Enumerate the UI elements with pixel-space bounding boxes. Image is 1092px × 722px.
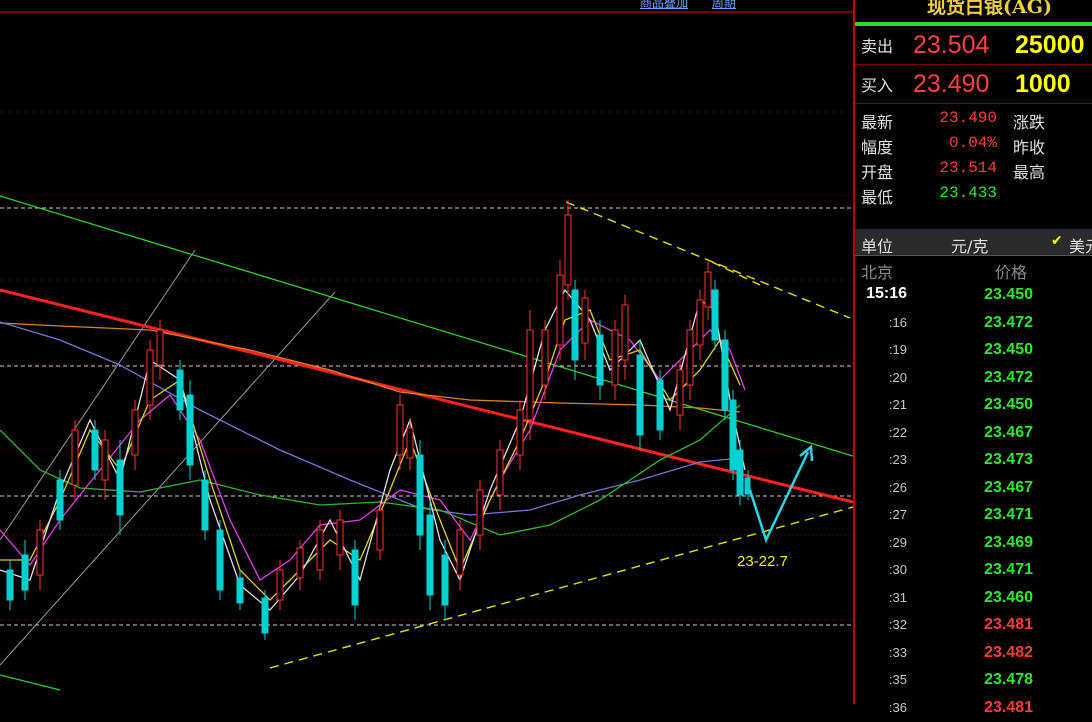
- tick-price: 23.478: [963, 671, 1033, 689]
- tick-price: 23.467: [963, 479, 1033, 497]
- stat-label: 最新: [861, 109, 893, 133]
- tick-price: 23.450: [963, 396, 1033, 414]
- ticks-price-header: 价格: [995, 259, 1027, 283]
- stat-label: 幅度: [861, 134, 893, 158]
- tick-row: :32 23.481: [855, 612, 1092, 640]
- tick-time: :31: [861, 590, 907, 605]
- tick-time: :19: [861, 342, 907, 357]
- tick-price: 23.472: [963, 314, 1033, 332]
- tick-time: :20: [861, 370, 907, 385]
- tick-price: 23.481: [963, 616, 1033, 634]
- tick-row: :27 23.471: [855, 502, 1092, 530]
- tick-time: :26: [861, 480, 907, 495]
- stat-row: 开盘 23.514 最高: [855, 156, 1092, 181]
- tick-time: :27: [861, 507, 907, 522]
- tick-price: 23.481: [963, 699, 1033, 717]
- instrument-title: 现货白银(AG): [855, 0, 1092, 26]
- ticks-list[interactable]: 15:1623.450:1623.472:1923.450:2023.472:2…: [855, 282, 1092, 722]
- tick-row: :19 23.450: [855, 337, 1092, 365]
- tick-price: 23.472: [963, 369, 1033, 387]
- ticks-header: 北京 价格: [855, 256, 1092, 282]
- stat-label-2: 昨收: [1013, 134, 1045, 158]
- buy-price: 23.490: [913, 70, 989, 99]
- overlay-link[interactable]: 商品叠加: [640, 0, 688, 10]
- tick-time: :29: [861, 535, 907, 550]
- stat-value: 23.490: [915, 109, 997, 127]
- buy-row[interactable]: 买入 23.490 1000: [855, 65, 1092, 104]
- tick-price: 23.467: [963, 424, 1033, 442]
- stat-row: 最新 23.490 涨跌: [855, 106, 1092, 131]
- tick-row: :33 23.482: [855, 640, 1092, 668]
- tick-time: :33: [861, 645, 907, 660]
- tick-price: 23.471: [963, 506, 1033, 524]
- tick-time: :23: [861, 452, 907, 467]
- stat-row: 最低 23.433: [855, 181, 1092, 206]
- tick-row: :23 23.473: [855, 447, 1092, 475]
- chart-toolbar[interactable]: 商品叠加 周期: [640, 0, 756, 11]
- usd-option[interactable]: 美元: [1069, 233, 1092, 257]
- stat-label-2: 涨跌: [1013, 109, 1045, 133]
- unit-row[interactable]: 单位 元/克 ✔ 美元: [855, 230, 1092, 256]
- ticks-location: 北京: [861, 259, 893, 283]
- tick-price: 23.450: [963, 286, 1033, 304]
- sell-label: 卖出: [861, 33, 893, 57]
- instrument-name: 现货白银(AG): [927, 0, 1052, 19]
- unit-label: 单位: [861, 233, 893, 257]
- tick-time: :30: [861, 562, 907, 577]
- candlestick-chart[interactable]: 23-22.7: [0, 0, 853, 704]
- tick-row: :29 23.469: [855, 530, 1092, 558]
- stat-label: 最低: [861, 184, 893, 208]
- period-link[interactable]: 周期: [712, 0, 736, 10]
- tick-time: :21: [861, 397, 907, 412]
- tick-price: 23.450: [963, 341, 1033, 359]
- tick-row: :21 23.450: [855, 392, 1092, 420]
- forecast-annotation: 23-22.7: [737, 553, 788, 570]
- tick-price: 23.473: [963, 451, 1033, 469]
- tick-row: :20 23.472: [855, 365, 1092, 393]
- stat-value: 23.433: [915, 184, 997, 202]
- tick-row: :26 23.467: [855, 475, 1092, 503]
- quote-panel: 现货白银(AG) 卖出 23.504 25000 买入 23.490 1000 …: [853, 0, 1092, 704]
- buy-volume: 1000: [1015, 70, 1071, 99]
- tick-price: 23.460: [963, 589, 1033, 607]
- check-icon[interactable]: ✔: [1051, 233, 1063, 249]
- tick-time: 15:16: [861, 285, 907, 303]
- sell-row[interactable]: 卖出 23.504 25000: [855, 26, 1092, 65]
- sell-price: 23.504: [913, 31, 989, 60]
- tick-time: :16: [861, 315, 907, 330]
- stat-label-2: 最高: [1013, 159, 1045, 183]
- tick-row: :30 23.471: [855, 557, 1092, 585]
- stat-row: 幅度 0.04% 昨收: [855, 131, 1092, 156]
- tick-price: 23.469: [963, 534, 1033, 552]
- stat-value: 0.04%: [915, 134, 997, 152]
- tick-row: :31 23.460: [855, 585, 1092, 613]
- tick-price: 23.471: [963, 561, 1033, 579]
- tick-price: 23.482: [963, 644, 1033, 662]
- tick-time: :32: [861, 617, 907, 632]
- tick-row: :22 23.467: [855, 420, 1092, 448]
- tick-time: :36: [861, 700, 907, 715]
- stat-value: 23.514: [915, 159, 997, 177]
- tick-time: :22: [861, 425, 907, 440]
- tick-row: 15:16 23.450: [855, 282, 1092, 310]
- buy-label: 买入: [861, 72, 893, 96]
- tick-row: :36 23.481: [855, 695, 1092, 722]
- stat-label: 开盘: [861, 159, 893, 183]
- unit-value: 元/克: [951, 233, 988, 257]
- tick-row: :35 23.478: [855, 667, 1092, 695]
- stats-block: 最新 23.490 涨跌 幅度 0.04% 昨收 开盘 23.514 最高 最低…: [855, 104, 1092, 230]
- sell-volume: 25000: [1015, 31, 1085, 60]
- tick-time: :35: [861, 672, 907, 687]
- tick-row: :16 23.472: [855, 310, 1092, 338]
